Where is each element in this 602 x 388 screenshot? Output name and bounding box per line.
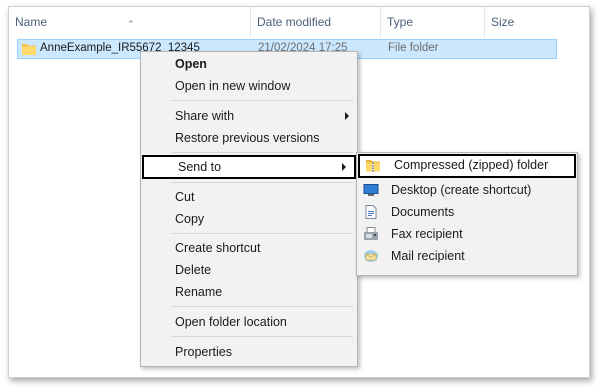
menu-item-label: Share with xyxy=(175,109,235,123)
menu-item-properties[interactable]: Properties xyxy=(141,341,357,363)
send-to-submenu: Compressed (zipped) folder Desktop (crea… xyxy=(356,152,578,276)
file-type: File folder xyxy=(388,42,439,54)
column-header-size[interactable]: Size xyxy=(485,7,555,37)
menu-item-label: Cut xyxy=(175,190,195,204)
submenu-item-fax-recipient[interactable]: Fax recipient xyxy=(357,223,577,245)
submenu-item-documents[interactable]: Documents xyxy=(357,201,577,223)
menu-separator xyxy=(171,233,353,234)
chevron-right-icon xyxy=(345,112,349,120)
menu-item-cut[interactable]: Cut xyxy=(141,186,357,208)
sort-ascending-icon: ⌃ xyxy=(127,19,135,29)
column-header-type[interactable]: Type xyxy=(381,7,485,37)
submenu-item-compressed-folder[interactable]: Compressed (zipped) folder xyxy=(358,154,576,178)
desktop-icon xyxy=(363,184,379,196)
column-header-type-label: Type xyxy=(387,15,414,29)
mail-icon xyxy=(364,250,378,262)
fax-icon xyxy=(364,227,378,240)
menu-separator xyxy=(171,336,353,337)
submenu-item-label: Fax recipient xyxy=(391,227,463,241)
menu-item-label: Create shortcut xyxy=(175,241,261,255)
menu-item-delete[interactable]: Delete xyxy=(141,259,357,281)
menu-item-open-new-window[interactable]: Open in new window xyxy=(141,75,357,97)
menu-item-open-folder-location[interactable]: Open folder location xyxy=(141,311,357,333)
menu-item-create-shortcut[interactable]: Create shortcut xyxy=(141,237,357,259)
menu-item-label: Restore previous versions xyxy=(175,131,320,145)
submenu-item-label: Compressed (zipped) folder xyxy=(394,158,549,172)
submenu-item-mail-recipient[interactable]: Mail recipient xyxy=(357,245,577,267)
menu-item-copy[interactable]: Copy xyxy=(141,208,357,230)
menu-item-label: Send to xyxy=(178,160,222,174)
menu-item-label: Rename xyxy=(175,285,223,299)
menu-item-open[interactable]: Open xyxy=(141,53,357,75)
folder-icon xyxy=(22,44,36,55)
zip-folder-icon xyxy=(366,160,380,172)
menu-separator xyxy=(171,100,353,101)
menu-item-label: Open xyxy=(175,57,207,71)
column-header-name[interactable]: Name ⌃ xyxy=(9,7,251,37)
submenu-item-label: Mail recipient xyxy=(391,249,465,263)
menu-item-label: Delete xyxy=(175,263,212,277)
menu-item-share-with[interactable]: Share with xyxy=(141,105,357,127)
documents-icon xyxy=(365,205,377,219)
submenu-item-label: Desktop (create shortcut) xyxy=(391,183,532,197)
menu-item-label: Open folder location xyxy=(175,315,287,329)
menu-item-restore-previous-versions[interactable]: Restore previous versions xyxy=(141,127,357,149)
menu-item-label: Copy xyxy=(175,212,205,226)
menu-item-label: Open in new window xyxy=(175,79,291,93)
submenu-item-desktop[interactable]: Desktop (create shortcut) xyxy=(357,179,577,201)
column-header-size-label: Size xyxy=(491,15,515,29)
menu-separator xyxy=(171,152,353,153)
context-menu: Open Open in new window Share with Resto… xyxy=(140,51,358,367)
column-header-date-label: Date modified xyxy=(257,15,332,29)
menu-item-send-to[interactable]: Send to xyxy=(142,155,356,179)
chevron-right-icon xyxy=(342,163,346,171)
menu-item-label: Properties xyxy=(175,345,232,359)
column-header-name-label: Name xyxy=(15,15,48,29)
menu-item-rename[interactable]: Rename xyxy=(141,281,357,303)
menu-separator xyxy=(171,182,353,183)
column-header-date-modified[interactable]: Date modified xyxy=(251,7,381,37)
submenu-item-label: Documents xyxy=(391,205,455,219)
menu-separator xyxy=(171,306,353,307)
